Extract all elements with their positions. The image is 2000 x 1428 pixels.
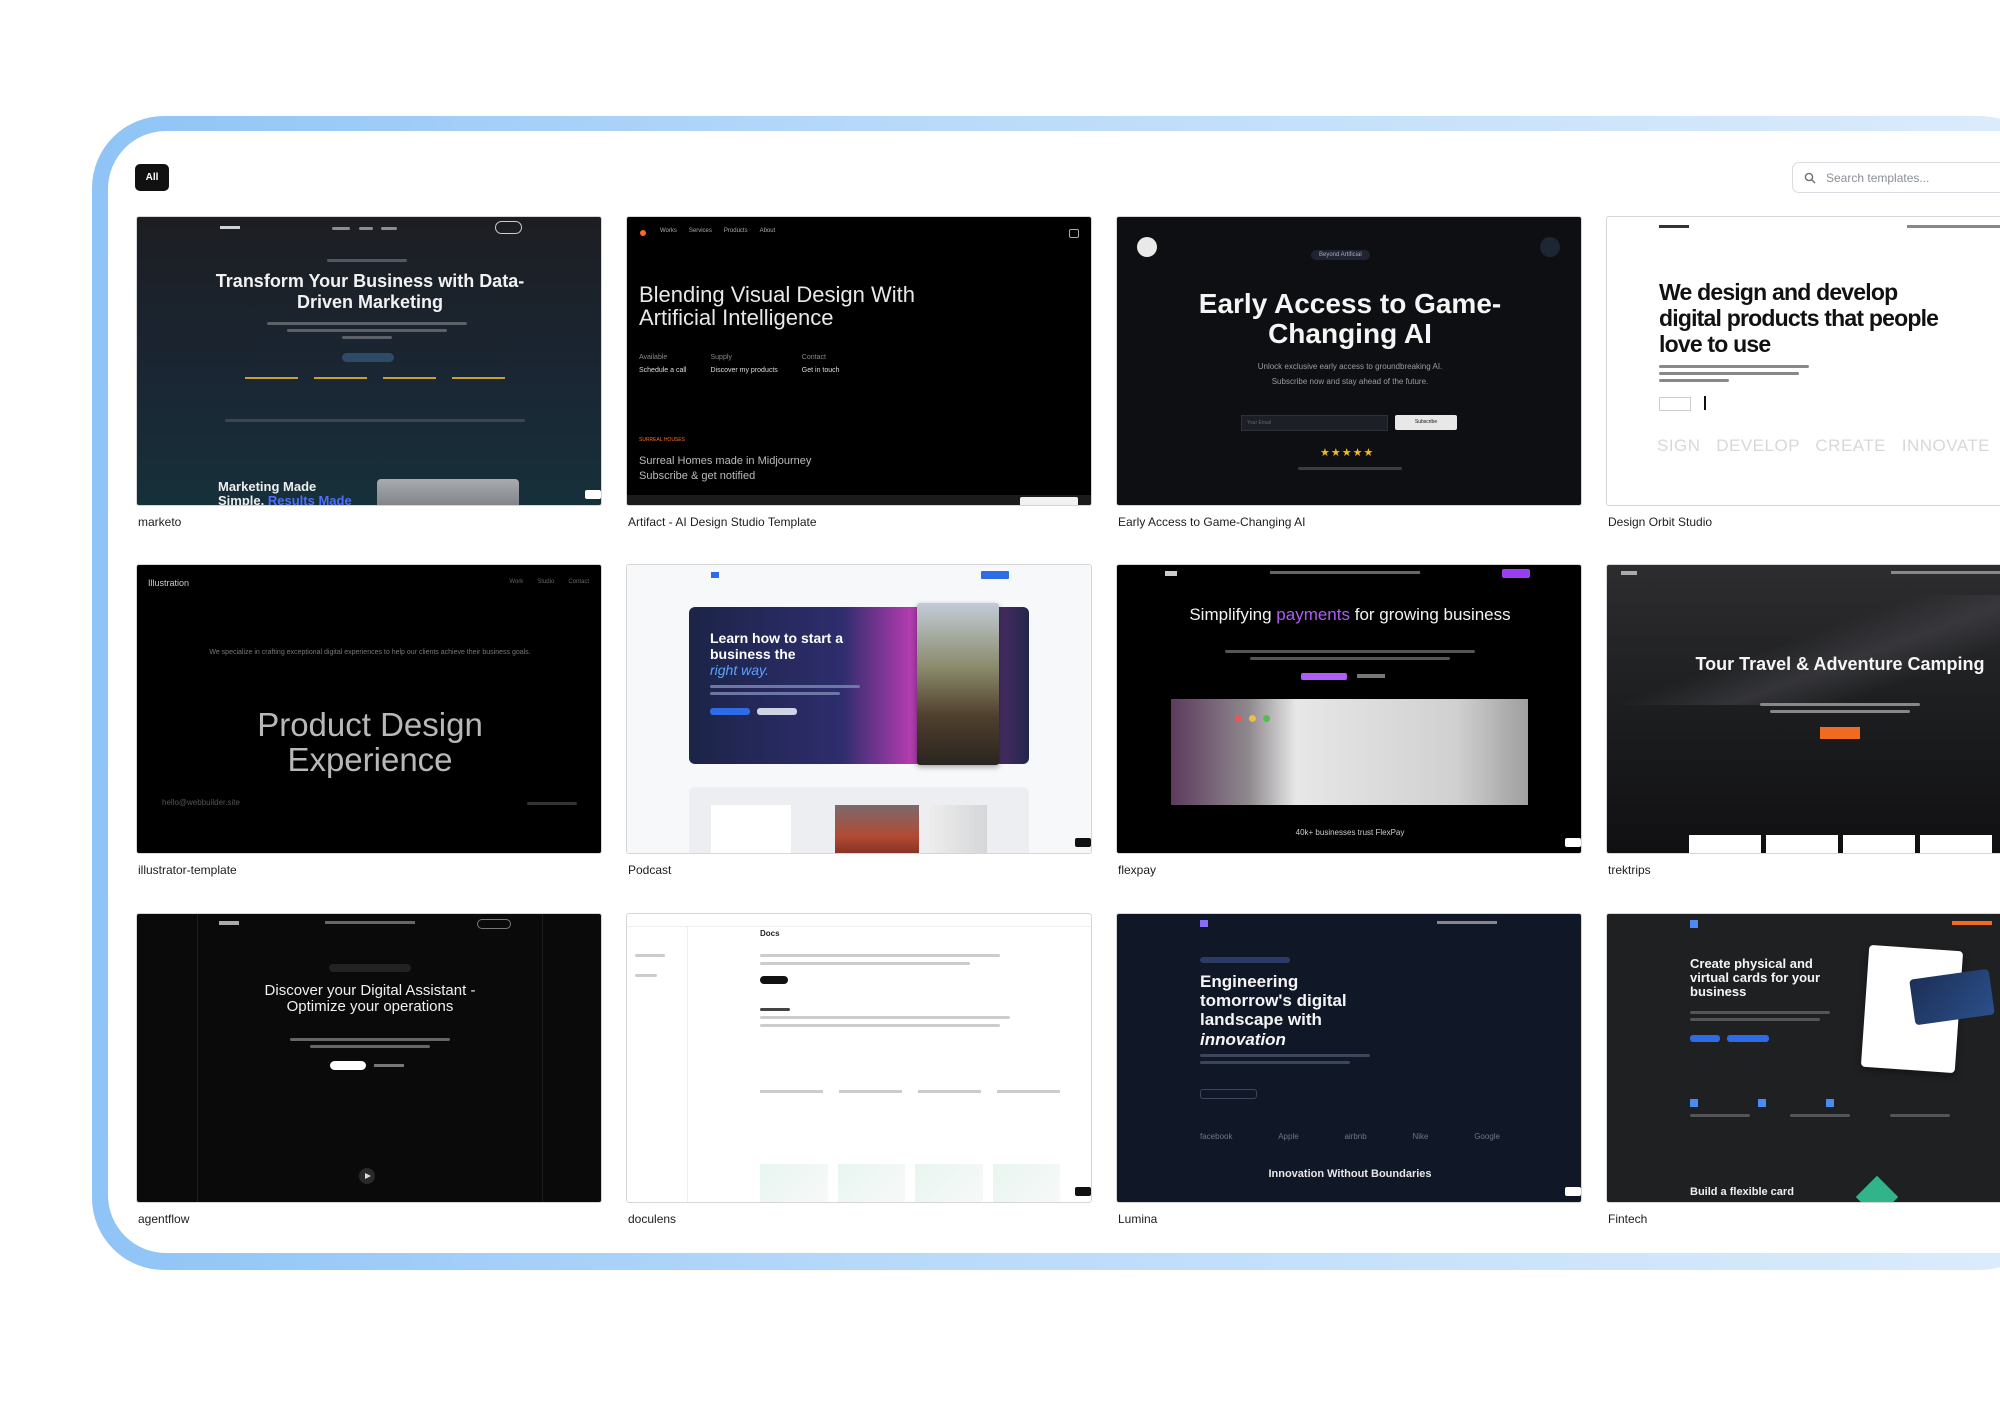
template-title: Design Orbit Studio [1608,515,1713,529]
preview-subtext: Subscribe now and stay ahead of the futu… [1271,377,1429,386]
preview-headline-accent: right way. [710,662,769,678]
template-preview[interactable]: Transform Your Business with Data-Driven… [136,216,602,506]
preview-nav-item: Works [660,228,677,234]
template-preview[interactable]: Engineering tomorrow's digital landscape… [1116,913,1582,1203]
preview-headline: Learn how to start a business the [710,630,844,662]
template-title: illustrator-template [138,863,237,877]
template-preview[interactable]: Tour Travel & Adventure Camping [1606,564,2000,854]
preview-col-label: Available [639,354,668,361]
template-preview[interactable]: Docs [626,913,1092,1203]
preview-headline: Create physical and virtual cards for yo… [1690,956,1821,999]
template-title: Podcast [628,863,672,877]
preview-nav-item: Products [723,228,748,234]
preview-bottom-text: Innovation Without Boundaries [1268,1168,1432,1180]
template-title: Fintech [1608,1212,1648,1226]
preview-col-value: Schedule a call [639,367,687,374]
template-title: Artifact - AI Design Studio Template [628,515,817,529]
template-preview[interactable]: Create physical and virtual cards for yo… [1606,913,2000,1203]
preview-heading: Docs [760,929,780,938]
preview-headline: for growing business [1354,605,1511,624]
preview-headline: Transform Your Business with Data-Driven… [215,271,525,312]
preview-headline: Tour Travel & Adventure Camping [1695,654,1985,674]
template-preview[interactable]: Works Services Products About Blending V… [626,216,1092,506]
preview-nav-item: Contact [568,579,589,585]
template-title: Lumina [1118,1212,1158,1226]
made-with-badge [1075,838,1091,847]
preview-brand: Illustration [148,578,190,588]
template-preview[interactable]: We design and develop digital products t… [1606,216,2000,506]
template-title: marketo [138,515,182,529]
preview-headline: Simplifying [1189,605,1272,624]
preview-nav-item: About [759,228,776,234]
preview-headline: Discover your Digital Assistant - Optimi… [264,982,476,1015]
preview-kicker: SURREAL HOUSES [639,437,685,443]
preview-intro: We specialize in crafting exceptional di… [209,649,531,656]
preview-email-input: Your Email [1241,415,1388,431]
template-preview[interactable]: Beyond Artificial Early Access to Game-C… [1116,216,1582,506]
preview-bottom-text: 40k+ businesses trust FlexPay [1295,828,1405,837]
template-title: Early Access to Game-Changing AI [1118,515,1306,529]
preview-stars: ★★★★★ [1320,447,1375,459]
preview-col-value: Discover my products [710,367,778,374]
preview-col-label: Supply [710,354,732,361]
templates-panel: All Search templates... Transform Your B… [108,131,2000,1253]
preview-logo: airbnb [1344,1132,1367,1141]
search-icon [1804,172,1816,183]
preview-logo: Nike [1412,1132,1429,1141]
filter-all-button[interactable]: All [135,164,169,191]
preview-email: hello@webbuilder.site [162,798,240,807]
template-preview[interactable]: Learn how to start a business the right … [626,564,1092,854]
preview-marquee: SIGN DEVELOP CREATE INNOVATE [1657,436,1991,455]
preview-nav-item: Services [688,228,712,234]
template-preview[interactable]: Discover your Digital Assistant - Optimi… [136,913,602,1203]
preview-bottom-text: Build a flexible card [1690,1186,1794,1198]
preview-headline: Early Access to Game-Changing AI [1198,288,1502,349]
made-with-badge [1565,1187,1581,1196]
made-with-badge [1565,838,1581,847]
preview-footer-line2: Simple. [218,493,265,506]
preview-col-value: Get in touch [801,367,840,374]
template-title: flexpay [1118,863,1157,877]
preview-nav-item: Work [509,579,524,585]
preview-subtext: Surreal Homes made in Midjourney [639,455,812,467]
template-title: doculens [628,1212,677,1226]
template-title: agentflow [138,1212,190,1226]
preview-footer-text: Marketing Made [218,479,317,494]
preview-col-label: Contact [801,354,826,361]
template-title: trektrips [1608,863,1651,877]
preview-headline-accent: innovation [1200,1030,1286,1049]
search-input[interactable]: Search templates... [1792,162,2000,193]
template-preview[interactable]: Illustration Work Studio Contact We spec… [136,564,602,854]
preview-headline: Engineering tomorrow's digital landscape… [1200,972,1347,1029]
preview-logo: Apple [1278,1132,1299,1141]
preview-headline: We design and develop digital products t… [1659,279,1939,357]
preview-headline: Product Design Experience [257,706,483,778]
preview-badge: Beyond Artificial [1311,250,1370,260]
preview-headline: Blending Visual Design With Artificial I… [639,282,915,330]
made-with-badge [585,490,601,499]
template-preview[interactable]: Simplifying payments for growing busines… [1116,564,1582,854]
search-placeholder: Search templates... [1826,170,1930,185]
made-with-badge [1075,1187,1091,1196]
preview-subscribe-button: Subscribe [1395,415,1457,430]
preview-logo: Google [1474,1132,1500,1141]
preview-subtext: Subscribe & get notified [639,470,756,482]
preview-logo: facebook [1200,1132,1233,1141]
preview-headline-accent: payments [1276,605,1350,624]
preview-subtext: Unlock exclusive early access to groundb… [1257,362,1443,371]
preview-nav-item: Studio [537,579,555,585]
preview-footer-accent: Results Made [267,493,352,506]
